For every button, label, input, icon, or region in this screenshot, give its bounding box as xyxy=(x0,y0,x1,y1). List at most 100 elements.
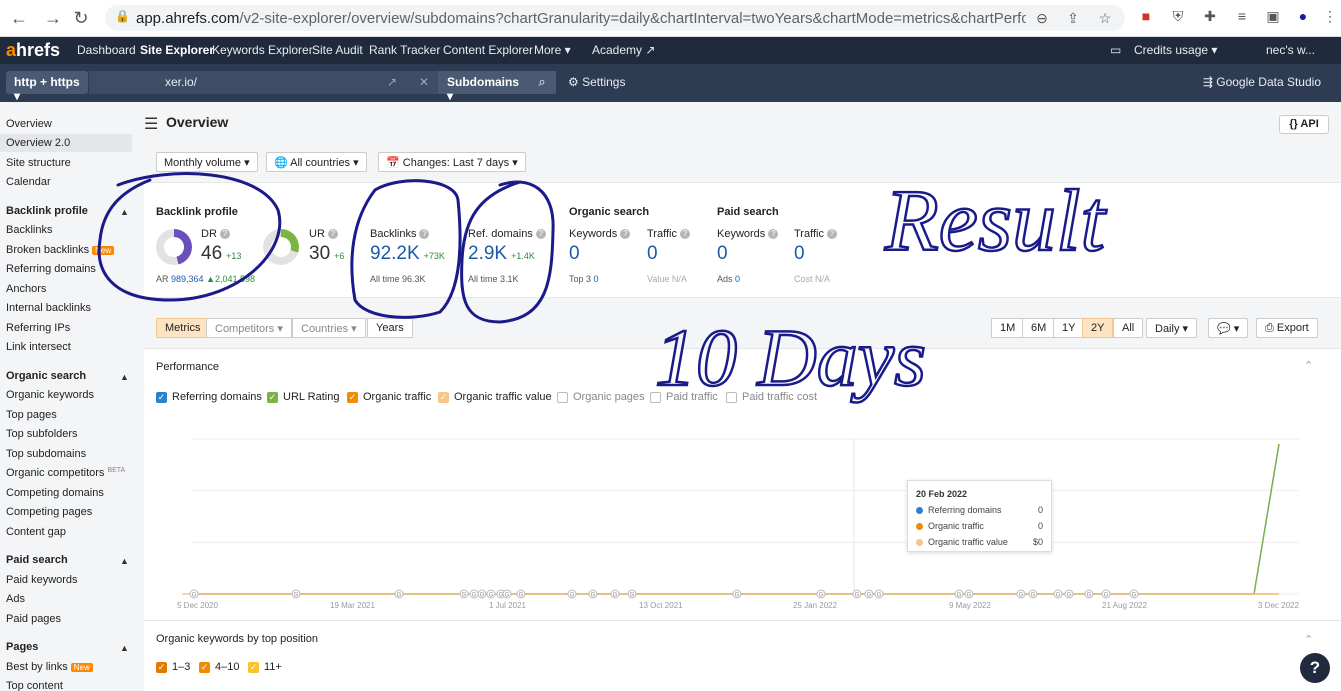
nav-academy[interactable]: Academy ↗ xyxy=(592,43,655,57)
help-icon[interactable]: ? xyxy=(768,229,779,240)
sidebar-item-competing-domains[interactable]: Competing domains xyxy=(6,487,104,499)
account-menu[interactable]: nec's w... xyxy=(1266,43,1315,57)
help-icon[interactable]: ? xyxy=(535,229,546,240)
backlinks-value[interactable]: 92.2K +73K xyxy=(370,243,445,265)
sidebar-item-top-content[interactable]: Top content xyxy=(6,680,63,691)
help-icon[interactable]: ? xyxy=(679,229,690,240)
sidebar-item-backlinks[interactable]: Backlinks xyxy=(6,224,52,236)
sidebar-item-site-structure[interactable]: Site structure xyxy=(6,157,71,169)
sidebar-item-paid-pages[interactable]: Paid pages xyxy=(6,613,61,625)
paid-traffic-value[interactable]: 0 xyxy=(794,243,805,265)
range-1y[interactable]: 1Y xyxy=(1053,318,1085,338)
address-bar[interactable]: 🔒 app.ahrefs.com/v2-site-explorer/overvi… xyxy=(105,5,1125,31)
help-icon[interactable]: ? xyxy=(620,229,631,240)
organic-traffic-value[interactable]: 0 xyxy=(647,243,658,265)
sidebar-item-competing-pages[interactable]: Competing pages xyxy=(6,506,92,518)
range-1m[interactable]: 1M xyxy=(991,318,1025,338)
sidebar-section-backlink-profile[interactable]: Backlink profile xyxy=(6,205,88,217)
sidebar-item-referring-ips[interactable]: Referring IPs xyxy=(6,322,70,334)
help-chat-button[interactable]: ? xyxy=(1300,653,1330,683)
collapse-caret-icon[interactable]: ▲ xyxy=(120,207,129,217)
extension-shield-icon[interactable]: ⛨ xyxy=(1168,8,1188,25)
legend-paid-traffic-cost[interactable]: Paid traffic cost xyxy=(726,391,817,403)
sidebar-section-organic-search[interactable]: Organic search xyxy=(6,370,86,382)
extension-record-icon[interactable]: ■ xyxy=(1136,8,1156,24)
range-all[interactable]: All xyxy=(1113,318,1144,338)
side-panel-icon[interactable]: ▣ xyxy=(1263,8,1283,25)
sidebar-item-broken-backlinks[interactable]: Broken backlinks New xyxy=(6,244,115,256)
sidebar-item-top-subfolders[interactable]: Top subfolders xyxy=(6,428,78,440)
mode-select[interactable]: Subdomains ▾ xyxy=(438,71,528,103)
sidebar-item-organic-competitors[interactable]: Organic competitors BETA xyxy=(6,467,125,479)
sidebar-item-calendar[interactable]: Calendar xyxy=(6,176,51,188)
legend-organic-traffic[interactable]: ✓ Organic traffic xyxy=(347,391,431,403)
legend-paid-traffic[interactable]: Paid traffic xyxy=(650,391,718,403)
help-icon[interactable]: ? xyxy=(826,229,837,240)
sidebar-section-pages[interactable]: Pages xyxy=(6,641,38,653)
range-6m[interactable]: 6M xyxy=(1022,318,1056,338)
export-button[interactable]: ⎙ Export xyxy=(1256,318,1318,338)
volume-select[interactable]: Monthly volume ▾ xyxy=(156,152,258,172)
paid-keywords-value[interactable]: 0 xyxy=(717,243,728,265)
nav-rank-tracker[interactable]: Rank Tracker xyxy=(369,43,440,57)
legend-pos-4-10[interactable]: ✓ 4–10 xyxy=(199,661,239,673)
reload-icon[interactable]: ↻ xyxy=(70,8,92,29)
share-icon[interactable]: ⇪ xyxy=(1063,10,1083,27)
range-2y[interactable]: 2Y xyxy=(1082,318,1114,338)
collapse-chevron-icon[interactable]: ⌃ xyxy=(1304,359,1313,372)
tab-metrics[interactable]: Metrics xyxy=(156,318,210,338)
profile-avatar-icon[interactable]: ● xyxy=(1293,8,1313,24)
sidebar-item-top-subdomains[interactable]: Top subdomains xyxy=(6,448,86,460)
search-button[interactable]: ⌕ xyxy=(528,71,556,94)
sidebar-item-internal-backlinks[interactable]: Internal backlinks xyxy=(6,302,91,314)
nav-site-explorer[interactable]: Site Explorer xyxy=(140,43,214,57)
sidebar-item-anchors[interactable]: Anchors xyxy=(6,283,46,295)
collapse-caret-icon[interactable]: ▲ xyxy=(120,372,129,382)
sidebar-item-link-intersect[interactable]: Link intersect xyxy=(6,341,71,353)
clear-icon[interactable]: ✕ xyxy=(419,75,429,89)
sidebar-item-organic-keywords[interactable]: Organic keywords xyxy=(6,389,94,401)
nav-more[interactable]: More ▾ xyxy=(534,43,571,57)
changes-select[interactable]: 📅 Changes: Last 7 days ▾ xyxy=(378,152,526,172)
organic-keywords-value[interactable]: 0 xyxy=(569,243,580,265)
ref-domains-value[interactable]: 2.9K +1.4K xyxy=(468,243,535,265)
sidebar-item-ads[interactable]: Ads xyxy=(6,593,25,605)
sidebar-item-referring-domains[interactable]: Referring domains xyxy=(6,263,96,275)
forward-icon[interactable]: → xyxy=(42,8,64,29)
google-data-studio-link[interactable]: ⇶ Google Data Studio xyxy=(1203,75,1321,89)
collapse-chevron-icon[interactable]: ⌃ xyxy=(1304,633,1313,646)
legend-organic-traffic-value[interactable]: ✓ Organic traffic value xyxy=(438,391,552,403)
legend-url-rating[interactable]: ✓ URL Rating xyxy=(267,391,339,403)
tab-countries[interactable]: Countries ▾ xyxy=(292,318,366,338)
open-external-icon[interactable]: ↗ xyxy=(387,75,397,89)
hamburger-menu-icon[interactable]: ☰ xyxy=(144,114,158,134)
sidebar-item-top-pages[interactable]: Top pages xyxy=(6,409,57,421)
sidebar-item-overview-2[interactable]: Overview 2.0 xyxy=(0,134,132,152)
ahrefs-logo[interactable]: ahrefs xyxy=(6,40,60,61)
protocol-select[interactable]: http + https ▾ xyxy=(6,71,88,103)
help-icon[interactable]: ? xyxy=(327,229,338,240)
tab-years[interactable]: Years xyxy=(367,318,413,338)
legend-pos-11-plus[interactable]: ✓ 11+ xyxy=(248,661,282,673)
performance-chart[interactable]: GGGGGGGGGGGGGGGGGGGGGGGGGGGG xyxy=(144,429,1341,599)
legend-organic-pages[interactable]: Organic pages xyxy=(557,391,645,403)
sidebar-item-paid-keywords[interactable]: Paid keywords xyxy=(6,574,78,586)
help-icon[interactable]: ? xyxy=(219,229,230,240)
sidebar-item-overview[interactable]: Overview xyxy=(6,118,52,130)
nav-dashboard[interactable]: Dashboard xyxy=(77,43,136,57)
nav-keywords-explorer[interactable]: Keywords Explorer xyxy=(212,43,313,57)
back-icon[interactable]: ← xyxy=(8,8,30,29)
sidebar-item-best-by-links[interactable]: Best by links New xyxy=(6,661,93,673)
collapse-caret-icon[interactable]: ▲ xyxy=(120,556,129,566)
credits-usage[interactable]: Credits usage ▾ xyxy=(1134,43,1217,57)
target-input[interactable]: xer.io/↗ ✕ xyxy=(89,71,439,94)
sidebar-section-paid-search[interactable]: Paid search xyxy=(6,554,68,566)
nav-content-explorer[interactable]: Content Explorer xyxy=(443,43,533,57)
zoom-icon[interactable]: ⊖ xyxy=(1032,10,1052,27)
settings-link[interactable]: ⚙ Settings xyxy=(568,75,625,89)
sidebar-item-content-gap[interactable]: Content gap xyxy=(6,526,66,538)
legend-referring-domains[interactable]: ✓ Referring domains xyxy=(156,391,262,403)
tab-competitors[interactable]: Competitors ▾ xyxy=(206,318,292,338)
browser-menu-icon[interactable]: ⋮ xyxy=(1320,8,1340,25)
help-icon[interactable]: ? xyxy=(419,229,430,240)
